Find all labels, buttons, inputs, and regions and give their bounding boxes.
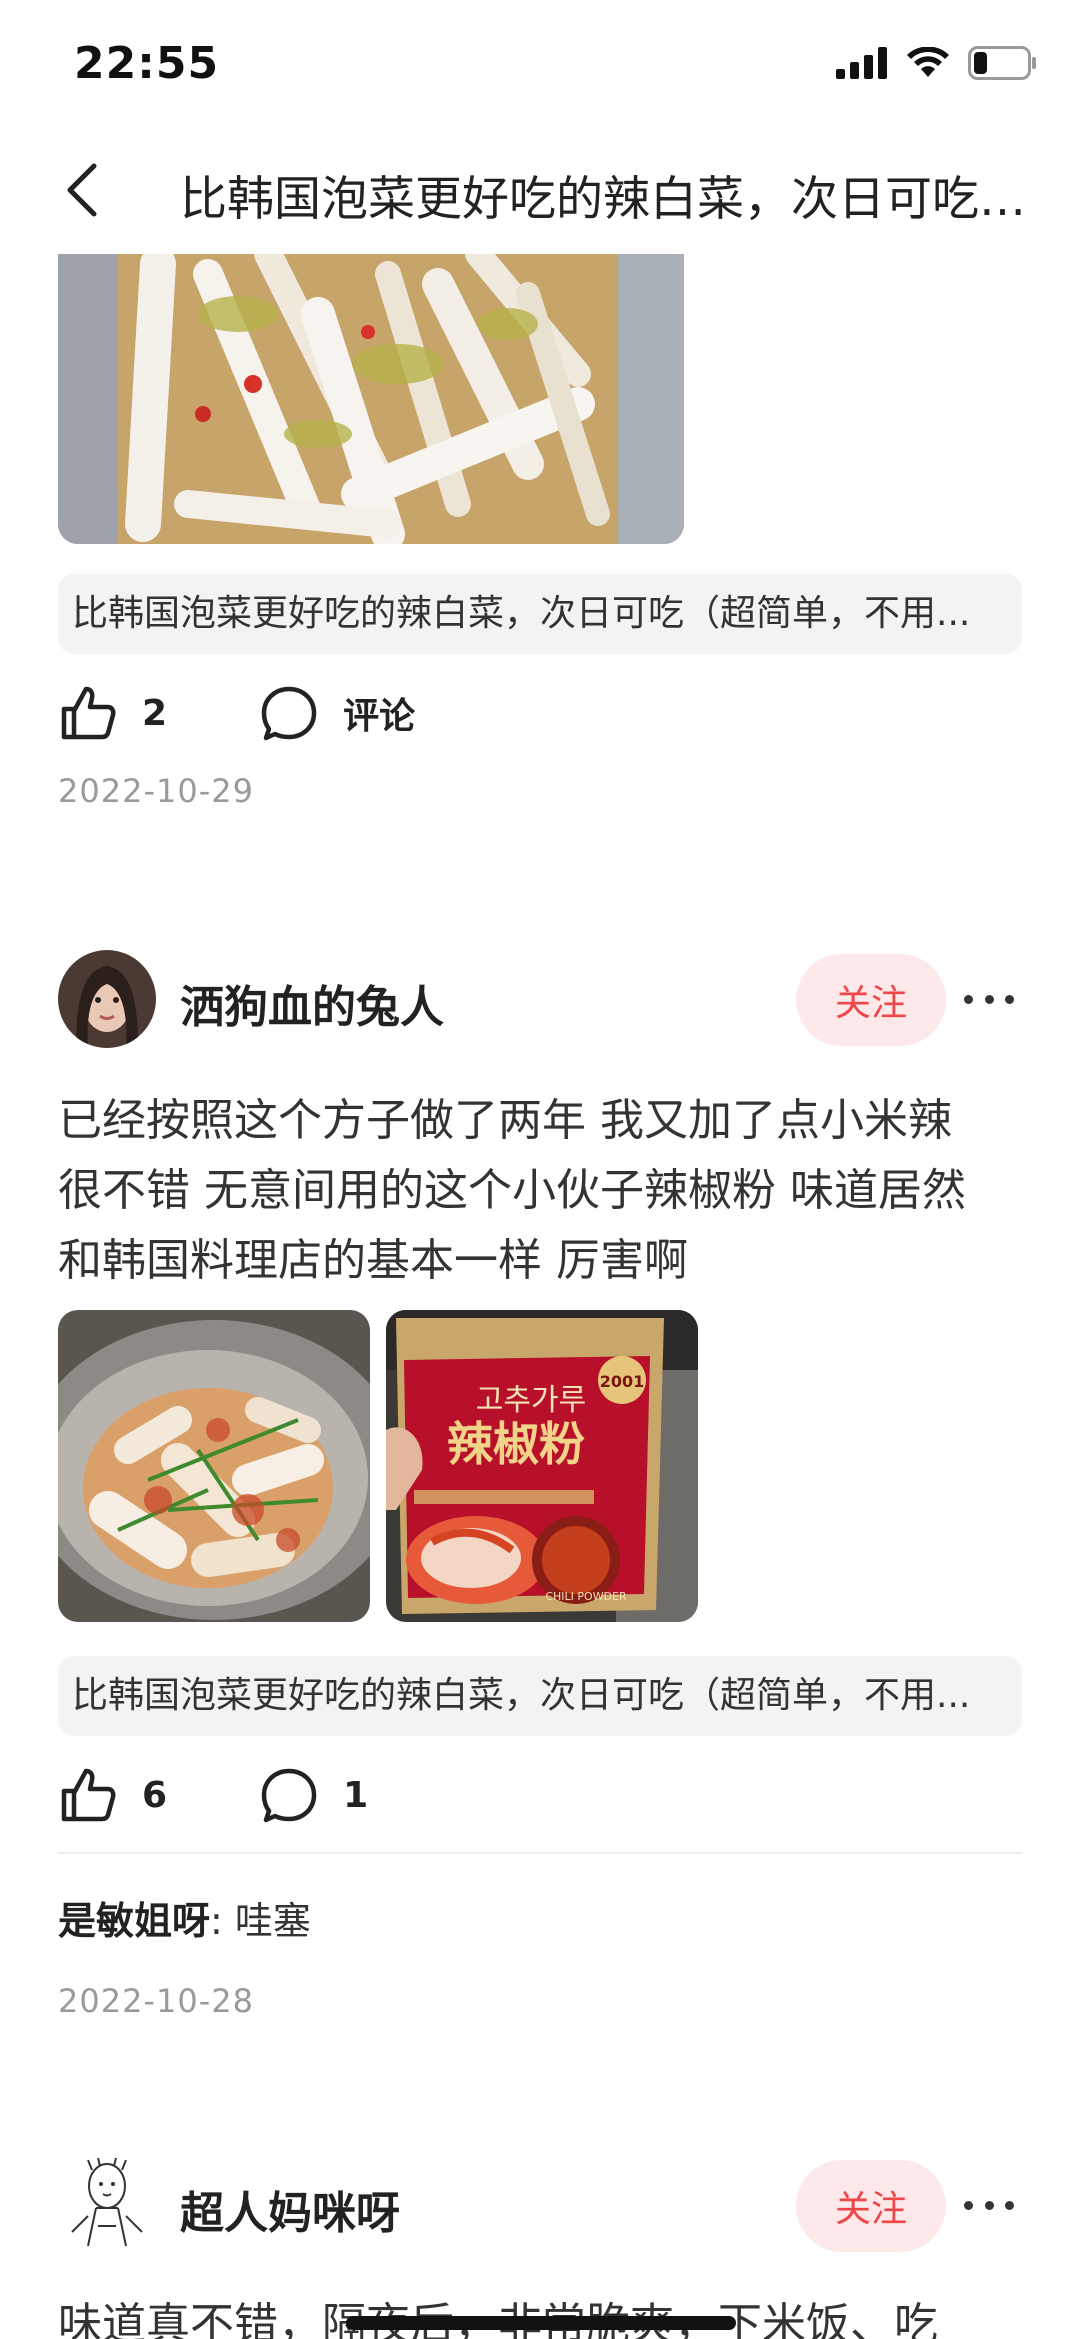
kimchi-bowl-photo <box>58 1310 370 1622</box>
comment-line: 和韩国料理店的基本一样 厉害啊 <box>58 1235 688 1286</box>
status-bar: 22:55 <box>0 0 1080 130</box>
comment-line: 很不错 无意间用的这个小伙子辣椒粉 味道居然 <box>58 1165 966 1216</box>
home-indicator[interactable] <box>346 2316 736 2330</box>
comment-feed[interactable]: 比韩国泡菜更好吃的辣白菜，次日可吃（超简单，不用... 2 评论 2022-10… <box>0 254 1080 2339</box>
more-dot-icon <box>964 994 973 1004</box>
status-icons <box>836 46 1038 80</box>
comment-bubble-icon <box>261 1768 317 1823</box>
more-dot-icon <box>1005 994 1014 1004</box>
more-dot-icon <box>964 2200 973 2210</box>
comment-line: 味道真不错，隔夜后，非常脆爽，下米饭、吃 <box>58 2290 1028 2339</box>
comment-text: 味道真不错，隔夜后，非常脆爽，下米饭、吃 <box>58 2290 1028 2339</box>
thumbs-up-icon <box>61 1768 116 1822</box>
divider <box>58 1852 1022 1854</box>
cabbage-photo <box>58 254 684 544</box>
note-reference[interactable]: 比韩国泡菜更好吃的辣白菜，次日可吃（超简单，不用... <box>58 574 1022 654</box>
chevron-left-icon <box>67 163 97 217</box>
thumbs-up-icon <box>61 686 116 740</box>
like-button[interactable]: 6 <box>58 1765 167 1825</box>
back-button[interactable] <box>52 158 112 222</box>
follow-button[interactable]: 关注 <box>796 2160 946 2252</box>
like-button[interactable]: 2 <box>58 683 167 743</box>
comment-date: 2022-10-29 <box>58 772 254 810</box>
comment-photo[interactable] <box>58 254 684 544</box>
comment-button[interactable]: 评论 <box>259 683 415 743</box>
username[interactable]: 洒狗血的兔人 <box>180 971 444 1035</box>
chili-powder-package-photo: 2001 고추가루 辣椒粉 CHILI POWDER <box>386 1310 698 1622</box>
avatar-image <box>58 950 156 1048</box>
comment-bubble-icon <box>261 686 317 741</box>
more-options-button[interactable] <box>964 979 1014 1019</box>
battery-icon <box>968 46 1036 80</box>
signal-icon <box>836 47 887 79</box>
more-dot-icon <box>984 2200 994 2210</box>
comment-actions: 6 1 <box>58 1760 460 1830</box>
like-count: 6 <box>142 1774 168 1816</box>
username[interactable]: 超人妈咪呀 <box>180 2177 400 2241</box>
english-label: CHILI POWDER <box>545 1590 627 1603</box>
comment-photo-kimchi[interactable] <box>58 1310 370 1622</box>
badge-text: 2001 <box>600 1372 645 1391</box>
avatar[interactable] <box>58 2156 156 2254</box>
page-title: 比韩国泡菜更好吃的辣白菜，次日可吃（超简单，不用... <box>180 172 1030 227</box>
reply[interactable]: 是敏姐呀: 哇塞 <box>58 1890 311 1945</box>
follow-button[interactable]: 关注 <box>796 954 946 1046</box>
nav-bar: 比韩国泡菜更好吃的辣白菜，次日可吃（超简单，不用... <box>0 130 1080 254</box>
comment-label: 评论 <box>343 696 416 737</box>
reply-username[interactable]: 是敏姐呀 <box>58 1899 210 1943</box>
like-count: 2 <box>142 692 168 734</box>
wifi-icon <box>907 47 949 77</box>
comment-photo-chili-powder[interactable]: 2001 고추가루 辣椒粉 CHILI POWDER <box>386 1310 698 1622</box>
comment-text: 已经按照这个方子做了两年 我又加了点小米辣 很不错 无意间用的这个小伙子辣椒粉 … <box>58 1086 1028 1296</box>
more-dot-icon <box>984 994 994 1004</box>
comment-date: 2022-10-28 <box>58 1982 254 2020</box>
note-reference[interactable]: 比韩国泡菜更好吃的辣白菜，次日可吃（超简单，不用... <box>58 1656 1022 1736</box>
comment-actions: 2 评论 <box>58 678 507 748</box>
comment-button[interactable]: 1 <box>259 1765 368 1825</box>
more-dot-icon <box>1005 2200 1014 2210</box>
korean-label: 고추가루 <box>476 1383 586 1418</box>
avatar-image <box>58 2156 156 2254</box>
status-time: 22:55 <box>74 38 220 89</box>
comment-count: 1 <box>343 1774 369 1816</box>
more-options-button[interactable] <box>964 2185 1014 2225</box>
avatar[interactable] <box>58 950 156 1048</box>
reply-text: : 哇塞 <box>210 1899 311 1943</box>
chinese-label: 辣椒粉 <box>447 1417 585 1471</box>
comment-line: 已经按照这个方子做了两年 我又加了点小米辣 <box>58 1095 952 1146</box>
